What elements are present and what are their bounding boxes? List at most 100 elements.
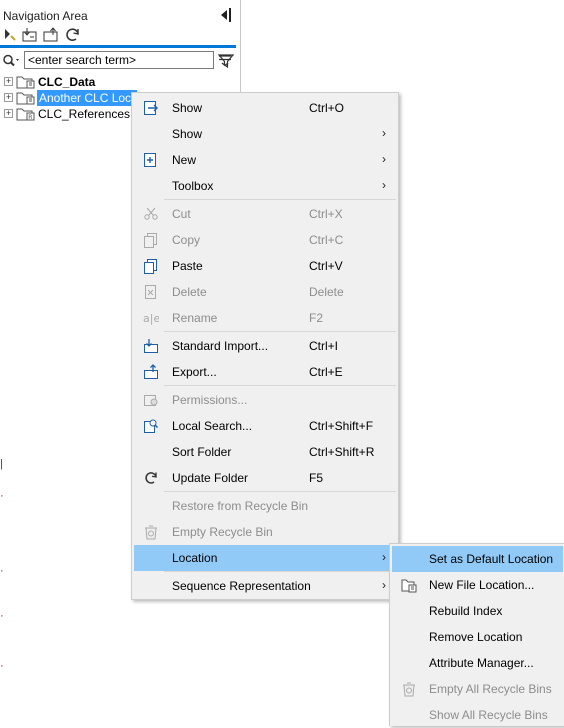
menu-item-delete[interactable]: Delete Delete: [134, 279, 396, 305]
menu-item-local-search[interactable]: Local Search... Ctrl+Shift+F: [134, 413, 396, 439]
menu-separator: [164, 491, 396, 492]
recycle-bin-icon: [143, 524, 159, 540]
menu-item-export[interactable]: Export... Ctrl+E: [134, 359, 396, 385]
delete-icon: [143, 284, 159, 300]
new-icon: [143, 152, 159, 168]
paste-icon: [143, 258, 159, 274]
menu-item-label: Show: [172, 101, 203, 115]
menu-separator: [164, 385, 396, 386]
menu-item-empty-recycle-bin[interactable]: Empty Recycle Bin: [134, 519, 396, 545]
menu-item-shortcut: Ctrl+Shift+F: [309, 419, 374, 433]
location-submenu: Set as Default Location New File Locatio…: [389, 543, 564, 726]
submenu-arrow-icon: ›: [382, 152, 386, 166]
new-location-icon: [401, 577, 417, 593]
menu-item-cut[interactable]: Cut Ctrl+X: [134, 201, 396, 227]
menu-item-set-as-default-location[interactable]: Set as Default Location: [392, 546, 563, 572]
permissions-icon: [143, 392, 159, 408]
refresh-icon: [143, 470, 159, 486]
menu-item-paste[interactable]: Paste Ctrl+V: [134, 253, 396, 279]
svg-text:R: R: [28, 114, 32, 121]
menu-item-permissions[interactable]: Permissions...: [134, 387, 396, 413]
menu-item-shortcut: Ctrl+X: [309, 207, 343, 221]
menu-item-standard-import[interactable]: Standard Import... Ctrl+I: [134, 333, 396, 359]
menu-item-label: Sort Folder: [172, 445, 232, 459]
menu-item-new[interactable]: New ›: [134, 147, 396, 173]
submenu-arrow-icon: ›: [382, 178, 386, 192]
menu-separator: [164, 331, 396, 332]
menu-item-remove-location[interactable]: Remove Location: [392, 624, 563, 650]
menu-item-location[interactable]: Location ›: [134, 545, 396, 571]
menu-item-restore-from-recycle-bin[interactable]: Restore from Recycle Bin: [134, 493, 396, 519]
search-options-icon[interactable]: [218, 54, 232, 67]
search-icon[interactable]: [2, 54, 22, 68]
menu-item-label: Permissions...: [172, 393, 248, 407]
menu-item-shortcut: F5: [309, 471, 324, 485]
menu-item-copy[interactable]: Copy Ctrl+C: [134, 227, 396, 253]
rename-icon: a|e: [143, 310, 160, 326]
menu-item-attribute-manager[interactable]: Attribute Manager...: [392, 650, 563, 676]
menu-item-label: Rebuild Index: [429, 604, 503, 618]
navigation-toolbar: [0, 26, 238, 69]
recycle-bin-icon: [401, 681, 417, 697]
background-fragment: |: [0, 458, 3, 470]
menu-item-rebuild-index[interactable]: Rebuild Index: [392, 598, 563, 624]
menu-item-shortcut: Delete: [309, 285, 344, 299]
menu-item-label: Update Folder: [172, 471, 249, 485]
location-folder-icon: [16, 90, 36, 105]
menu-item-show-all-recycle-bins[interactable]: Show All Recycle Bins: [392, 702, 563, 728]
navigation-area-title: Navigation Area: [3, 9, 88, 23]
menu-item-label: Attribute Manager...: [429, 656, 534, 670]
menu-item-shortcut: Ctrl+I: [309, 339, 339, 353]
background-fragment: ·: [0, 660, 4, 672]
menu-item-label: New: [172, 153, 197, 167]
import-icon[interactable]: [21, 26, 39, 44]
search-input[interactable]: <enter search term>: [24, 51, 214, 69]
background-fragment: ·: [0, 565, 4, 577]
menu-item-update-folder[interactable]: Update Folder F5: [134, 465, 396, 491]
menu-item-show-submenu[interactable]: Show ›: [134, 121, 396, 147]
tree-item-label: CLC_Data: [38, 75, 96, 89]
menu-item-shortcut: Ctrl+E: [309, 365, 343, 379]
menu-item-rename[interactable]: a|e Rename F2: [134, 305, 396, 331]
refresh-icon[interactable]: [64, 26, 82, 44]
menu-item-new-file-location[interactable]: New File Location...: [392, 572, 563, 598]
menu-item-label: Toolbox: [172, 179, 214, 193]
menu-item-label: Show All Recycle Bins: [429, 708, 548, 722]
tree-item-label: CLC_References: [38, 107, 131, 121]
menu-item-shortcut: Ctrl+C: [309, 233, 344, 247]
expand-icon[interactable]: +: [4, 109, 13, 118]
scissors-icon: [143, 206, 159, 222]
menu-item-shortcut: F2: [309, 311, 324, 325]
menu-item-label: Standard Import...: [172, 339, 269, 353]
expand-icon[interactable]: +: [4, 77, 13, 86]
menu-item-show-open[interactable]: Show Ctrl+O: [134, 95, 396, 121]
location-folder-icon: R: [16, 106, 36, 121]
toolbar-accent-line: [0, 45, 236, 48]
open-icon: [143, 100, 159, 116]
menu-item-label: Show: [172, 127, 203, 141]
export-icon: [143, 364, 159, 380]
menu-item-sort-folder[interactable]: Sort Folder Ctrl+Shift+R: [134, 439, 396, 465]
menu-item-label: Empty All Recycle Bins: [429, 682, 552, 696]
menu-item-label: Remove Location: [429, 630, 523, 644]
menu-item-toolbox[interactable]: Toolbox ›: [134, 173, 396, 199]
menu-item-label: Paste: [172, 259, 203, 273]
expand-icon[interactable]: +: [4, 93, 13, 102]
menu-item-label: Delete: [172, 285, 207, 299]
background-fragment: ·: [0, 490, 4, 502]
menu-separator: [164, 571, 396, 572]
svg-text:a|e: a|e: [143, 312, 159, 325]
copy-icon: [143, 232, 159, 248]
export-icon[interactable]: [42, 26, 60, 44]
menu-item-label: Empty Recycle Bin: [172, 525, 273, 539]
menu-item-empty-all-recycle-bins[interactable]: Empty All Recycle Bins: [392, 676, 563, 702]
import-icon: [143, 338, 159, 354]
menu-item-label: Export...: [172, 365, 217, 379]
submenu-arrow-icon: ›: [382, 550, 386, 564]
menu-item-sequence-representation[interactable]: Sequence Representation ›: [134, 573, 396, 599]
collapse-panel-icon[interactable]: [221, 8, 233, 22]
menu-item-label: Rename: [172, 311, 218, 325]
menu-separator: [164, 199, 396, 200]
add-folder-icon[interactable]: [2, 26, 20, 44]
background-fragment: ·: [0, 610, 4, 622]
